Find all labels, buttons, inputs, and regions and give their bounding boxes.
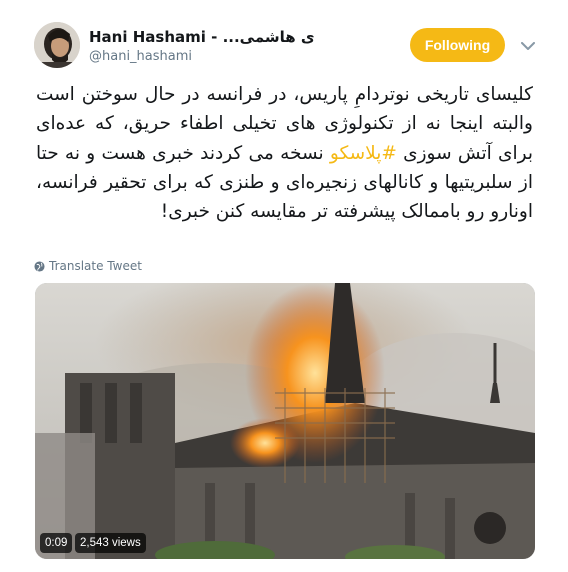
translate-tweet-link[interactable]: Translate Tweet: [34, 258, 142, 274]
tweet-text: کلیسای تاریخی نوتردامِ پاریس، در فرانسه …: [36, 80, 533, 226]
tweet-card: Hani Hashami - ...ی هاشمی @hani_hashami …: [0, 0, 568, 572]
user-avatar-icon: [34, 22, 80, 68]
video-views-badge: 2,543 views: [75, 533, 146, 553]
author-handle[interactable]: @hani_hashami: [89, 49, 192, 65]
author-display-name[interactable]: Hani Hashami - ...ی هاشمی: [89, 28, 315, 46]
following-button[interactable]: Following: [410, 28, 505, 62]
more-options-button[interactable]: [518, 36, 538, 56]
notre-dame-fire-thumbnail: [35, 283, 535, 559]
globe-icon: [34, 260, 45, 272]
hashtag-link[interactable]: #پلاسکو: [330, 143, 397, 164]
video-duration-badge: 0:09: [40, 533, 73, 553]
translate-label: Translate Tweet: [49, 259, 142, 273]
avatar[interactable]: [34, 22, 80, 68]
chevron-down-icon: [521, 41, 535, 50]
video-player[interactable]: 0:09 2,543 views: [35, 283, 535, 559]
